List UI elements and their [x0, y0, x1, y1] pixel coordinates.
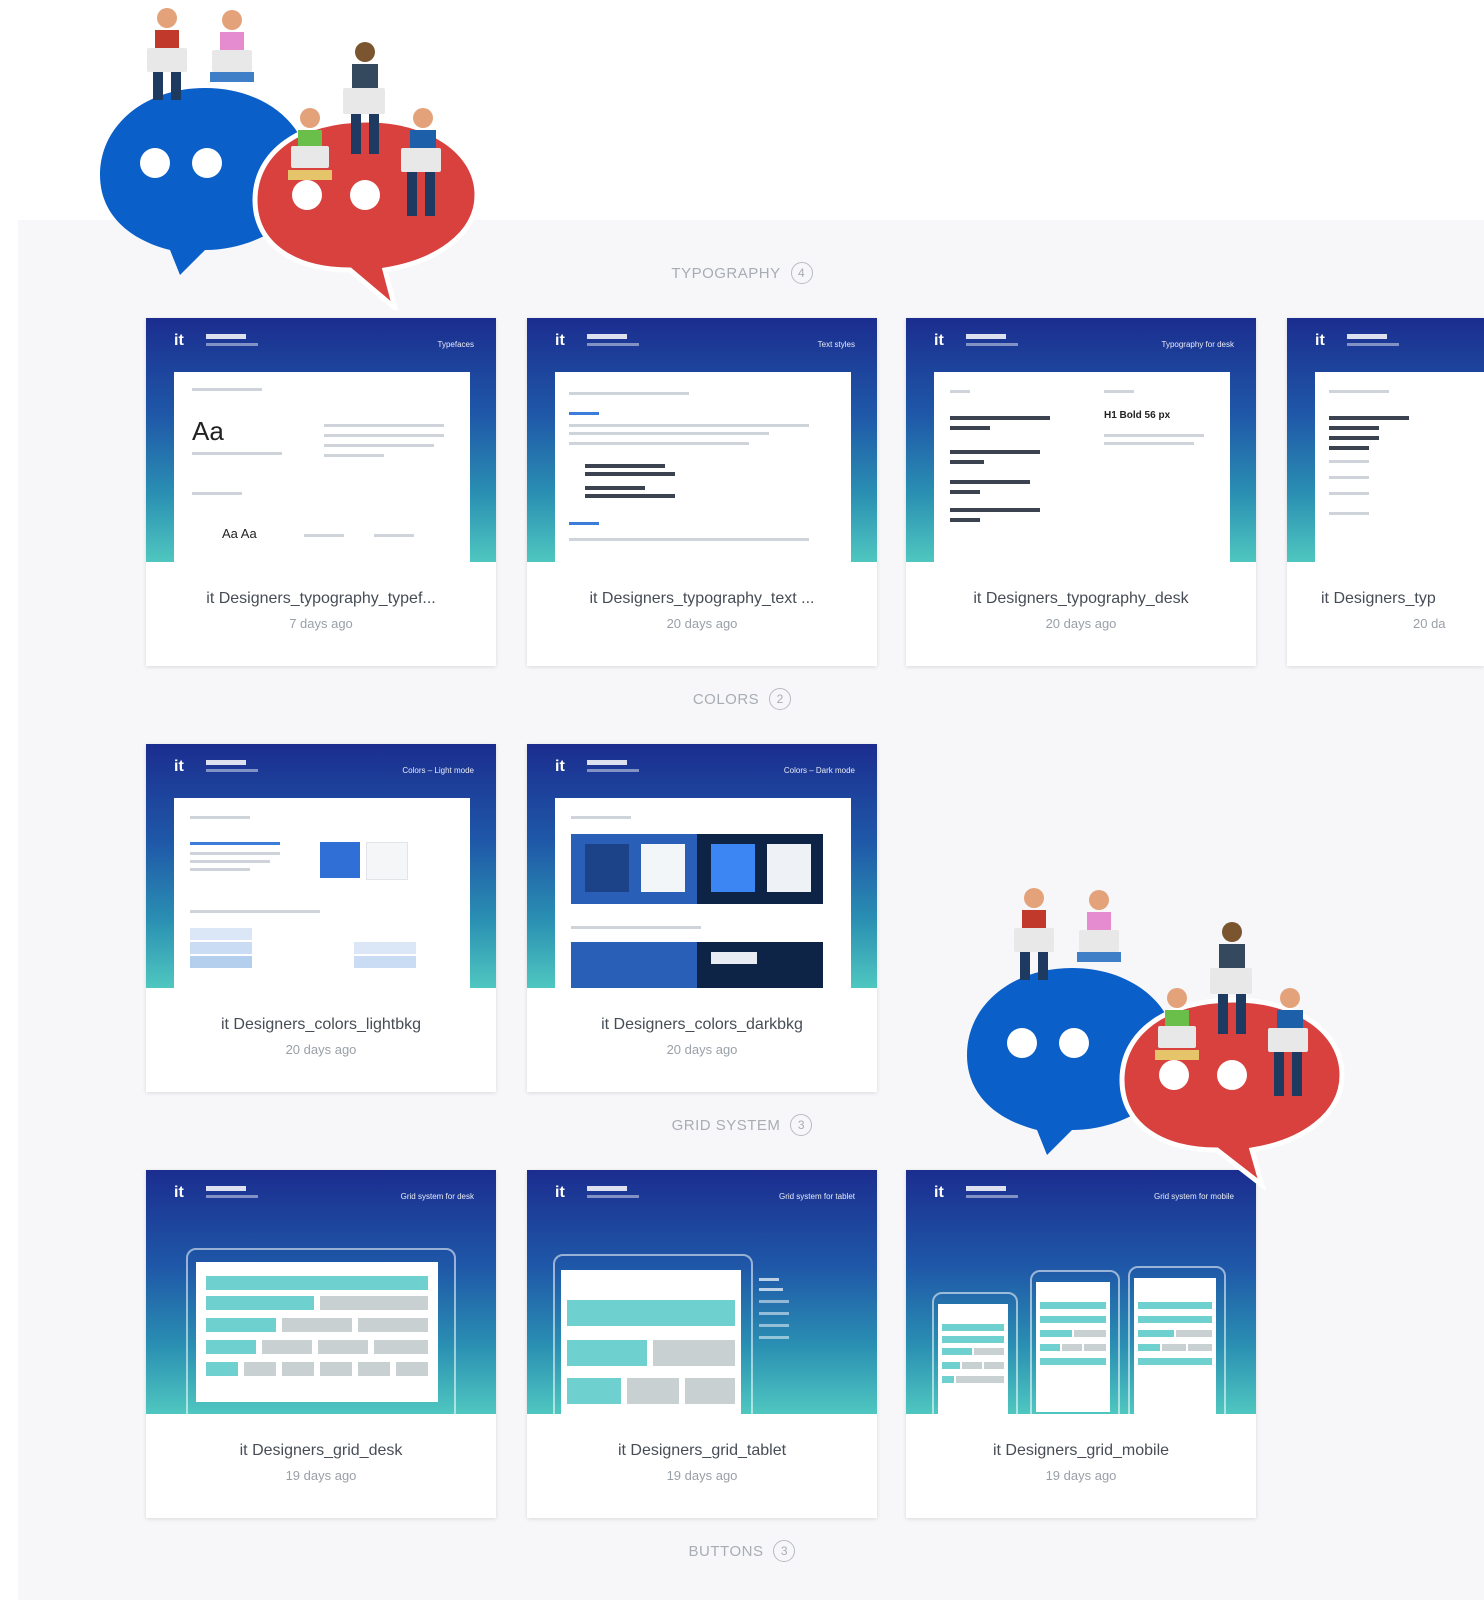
thumb-label: Typefaces [437, 340, 474, 349]
section-label: TYPOGRAPHY [671, 264, 781, 282]
card-thumbnail: it Grid system for tablet [527, 1170, 877, 1414]
card-date: 19 days ago [285, 1468, 357, 1483]
section-label: GRID SYSTEM [671, 1116, 781, 1134]
chat-people-illustration [967, 888, 1345, 1190]
card-name: it Designers_typography_text ... [589, 590, 815, 607]
file-card-typography-typefaces[interactable]: it Typefaces Aa Aa Aa it Designers_typogr… [146, 318, 496, 666]
card-thumbnail: it [1287, 318, 1484, 562]
thumb-label: Grid system for desk [400, 1192, 474, 1201]
card-name: it Designers_typography_desk [973, 590, 1189, 607]
section-label: BUTTONS [688, 1542, 764, 1560]
it-logo: it [1315, 332, 1325, 349]
file-card-grid-desk[interactable]: it Grid system for desk it Designers_grid… [146, 1170, 496, 1518]
section-count-badge: 3 [790, 1114, 813, 1136]
section-label: COLORS [692, 690, 760, 708]
card-date: 20 days ago [666, 616, 738, 631]
section-count-badge: 3 [773, 1540, 796, 1562]
it-logo: it [934, 332, 944, 349]
file-card-typography-text[interactable]: it Text styles it Designers_typography_te… [527, 318, 877, 666]
it-logo: it [555, 332, 565, 349]
card-date: 7 days ago [289, 616, 353, 631]
card-name: it Designers_colors_darkbkg [601, 1016, 803, 1033]
card-thumbnail: it Text styles [527, 318, 877, 562]
card-date: 19 days ago [1045, 1468, 1117, 1483]
it-logo: it [555, 758, 565, 775]
it-logo: it [174, 758, 184, 775]
card-name: it Designers_grid_tablet [617, 1442, 787, 1459]
card-date: 19 days ago [666, 1468, 738, 1483]
card-thumbnail: it Colors – Light mode [146, 744, 496, 988]
card-thumbnail: it Grid system for desk [146, 1170, 496, 1414]
card-date: 20 days ago [285, 1042, 357, 1057]
file-card-colors-lightbkg[interactable]: it Colors – Light mode it Designers_color… [146, 744, 496, 1092]
it-logo: it [555, 1184, 565, 1201]
aa-weights: Aa Aa [222, 526, 257, 541]
card-name: it Designers_grid_mobile [992, 1442, 1170, 1459]
card-date: 20 days ago [1045, 616, 1117, 631]
h1-sample: H1 Bold 56 px [1104, 410, 1171, 421]
file-card-typography-partial[interactable]: it it Designers_typ 20 da [1287, 318, 1484, 666]
section-count-badge: 2 [769, 688, 792, 710]
section-count-badge: 4 [790, 262, 813, 284]
card-thumbnail: it Typefaces Aa Aa Aa [146, 318, 496, 562]
thumb-label: Text styles [817, 340, 855, 349]
it-logo: it [174, 1184, 184, 1201]
thumb-label: Typography for desk [1161, 340, 1234, 349]
section-title-typography: TYPOGRAPHY 4 [0, 262, 1484, 284]
card-date: 20 days ago [666, 1042, 738, 1057]
card-name: it Designers_grid_desk [239, 1442, 403, 1459]
section-title-colors: COLORS 2 [0, 688, 1484, 710]
file-card-grid-tablet[interactable]: it Grid system for tablet it Designers_gr… [527, 1170, 877, 1518]
file-card-colors-darkbkg[interactable]: it Colors – Dark mode it Designers_colors… [527, 744, 877, 1092]
it-logo: it [174, 332, 184, 349]
card-date: 20 da [1413, 616, 1446, 631]
card-thumbnail: it Typography for desk H1 Bold 56 px [906, 318, 1256, 562]
file-card-grid-mobile[interactable]: it Grid system for mobile it Designers_g… [906, 1170, 1256, 1518]
thumb-label: Grid system for tablet [778, 1192, 855, 1201]
it-logo: it [934, 1184, 944, 1201]
card-thumbnail: it Grid system for mobile [906, 1170, 1256, 1414]
card-thumbnail: it Colors – Dark mode [527, 744, 877, 988]
thumb-label: Colors – Dark mode [783, 766, 855, 775]
section-title-buttons: BUTTONS 3 [0, 1540, 1484, 1562]
file-card-typography-desk[interactable]: it Typography for desk H1 Bold 56 px it D… [906, 318, 1256, 666]
card-name: it Designers_typ [1321, 590, 1436, 607]
thumb-label: Grid system for mobile [1153, 1192, 1234, 1201]
card-name: it Designers_typography_typef... [206, 590, 436, 607]
aa-sample: Aa [192, 416, 224, 446]
card-name: it Designers_colors_lightbkg [220, 1016, 422, 1033]
thumb-label: Colors – Light mode [402, 766, 474, 775]
